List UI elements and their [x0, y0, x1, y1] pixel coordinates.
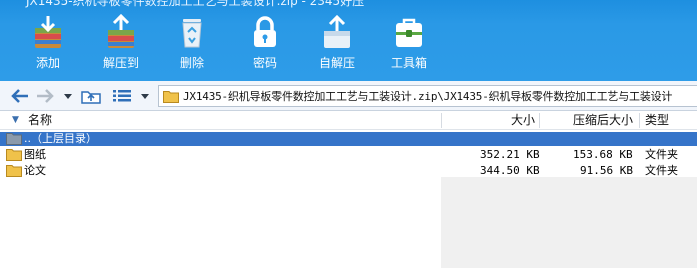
- list-item-folder[interactable]: 论文 344.50 KB 91.56 KB 文件夹: [0, 164, 697, 178]
- self-extract-button-label: 自解压: [318, 56, 355, 70]
- up-folder-icon[interactable]: [80, 87, 102, 105]
- file-compressed-size: 91.56 KB: [580, 164, 633, 177]
- column-compressed-size[interactable]: 压缩后大小: [573, 111, 633, 130]
- extract-to-icon: [108, 14, 134, 48]
- file-list: ..（上层目录） 图纸 352.21 KB 153.68 KB 文件夹 论文 3…: [0, 130, 697, 268]
- folder-icon: [163, 90, 179, 103]
- folder-icon: [6, 149, 22, 161]
- toolbox-button-label: 工具箱: [390, 56, 427, 70]
- file-name: ..（上层目录）: [24, 132, 97, 145]
- column-type[interactable]: 类型: [645, 111, 669, 130]
- file-size: 352.21 KB: [480, 148, 540, 161]
- column-divider[interactable]: [539, 113, 540, 128]
- password-button-label: 密码: [252, 56, 277, 70]
- recycle-bin-icon: [182, 19, 202, 48]
- self-extract-button[interactable]: 自解压: [302, 10, 372, 78]
- delete-button[interactable]: 删除: [157, 10, 227, 78]
- column-header: ▼ 名称 大小 压缩后大小 类型: [0, 111, 697, 130]
- column-divider[interactable]: [441, 113, 442, 128]
- column-size[interactable]: 大小: [511, 111, 535, 130]
- self-extract-icon: [324, 14, 350, 48]
- add-archive-icon: [35, 16, 61, 48]
- path-field[interactable]: JX1435-织机导板零件数控加工工艺与工装设计.zip\JX1435-织机导板…: [158, 85, 697, 107]
- history-dropdown-icon[interactable]: [62, 87, 74, 105]
- file-name: 论文: [24, 164, 46, 177]
- password-button[interactable]: 密码: [230, 10, 300, 78]
- file-name: 图纸: [24, 148, 46, 161]
- list-item-folder[interactable]: 图纸 352.21 KB 153.68 KB 文件夹: [0, 148, 697, 162]
- file-type: 文件夹: [645, 164, 678, 177]
- folder-icon: [6, 133, 22, 145]
- path-text: JX1435-织机导板零件数控加工工艺与工装设计.zip\JX1435-织机导板…: [183, 90, 673, 103]
- lock-icon: [254, 16, 276, 47]
- column-divider[interactable]: [639, 113, 640, 128]
- delete-button-label: 删除: [179, 56, 204, 70]
- file-compressed-size: 153.68 KB: [573, 148, 633, 161]
- window-title: JX1435-织机导板零件数控加工工艺与工装设计.zip - 2345好压: [26, 0, 365, 8]
- column-name[interactable]: 名称: [28, 111, 52, 130]
- back-icon[interactable]: [10, 87, 30, 105]
- address-bar: JX1435-织机导板零件数控加工工艺与工装设计.zip\JX1435-织机导板…: [0, 81, 697, 111]
- list-item-parent-dir[interactable]: ..（上层目录）: [0, 132, 697, 146]
- toolbox-button[interactable]: 工具箱: [374, 10, 444, 78]
- file-size: 344.50 KB: [480, 164, 540, 177]
- toolbar-band: JX1435-织机导板零件数控加工工艺与工装设计.zip - 2345好压 添加: [0, 0, 697, 81]
- add-button-label: 添加: [35, 56, 60, 70]
- list-empty-area: [441, 177, 697, 268]
- sort-arrow-icon: ▼: [12, 115, 19, 125]
- add-button[interactable]: 添加: [13, 10, 83, 78]
- extract-to-button-label: 解压到: [102, 56, 139, 70]
- extract-to-button[interactable]: 解压到: [86, 10, 156, 78]
- toolbox-icon: [396, 18, 422, 47]
- file-type: 文件夹: [645, 148, 678, 161]
- view-dropdown-icon[interactable]: [139, 87, 151, 105]
- forward-icon[interactable]: [35, 87, 55, 105]
- folder-icon: [6, 165, 22, 177]
- view-list-icon[interactable]: [112, 87, 132, 105]
